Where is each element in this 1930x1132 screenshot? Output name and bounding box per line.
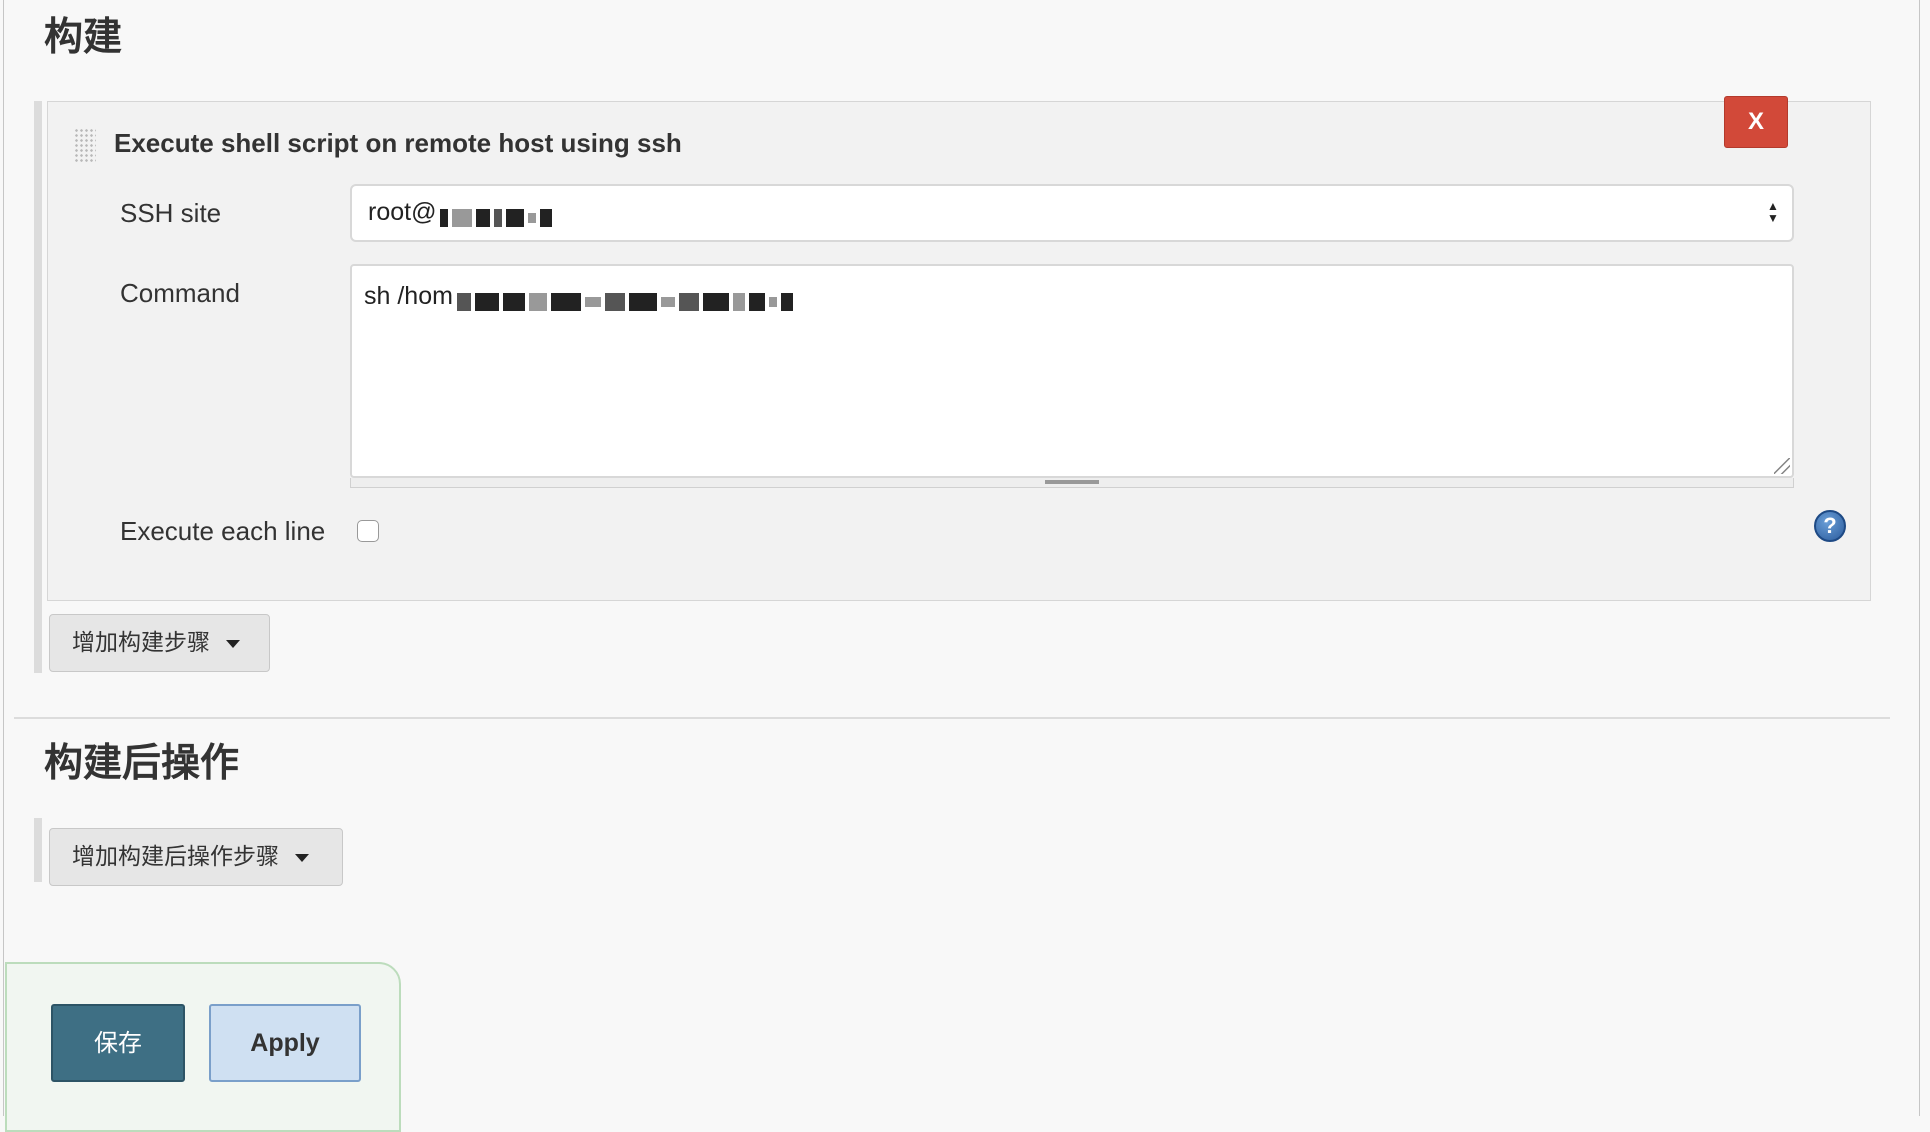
apply-button[interactable]: Apply [209, 1004, 361, 1082]
section-title-post-build: 构建后操作 [44, 741, 240, 786]
section-title-build: 构建 [44, 15, 123, 60]
ssh-site-label: SSH site [120, 198, 222, 228]
step-title: Execute shell script on remote host usin… [114, 128, 682, 158]
add-build-step-button[interactable]: 增加构建步骤 [49, 614, 270, 672]
add-post-build-step-button[interactable]: 增加构建后操作步骤 [49, 828, 343, 886]
section-divider [14, 717, 1890, 719]
redacted-host [440, 202, 556, 227]
caret-down-icon [295, 853, 309, 862]
redacted-command [456, 286, 797, 311]
save-button[interactable]: 保存 [51, 1004, 185, 1082]
post-build-section-bar [34, 818, 42, 882]
select-arrows-icon: ▲ ▼ [1767, 199, 1779, 225]
textarea-resizer[interactable] [350, 478, 1794, 488]
execute-each-line-checkbox[interactable] [357, 520, 379, 542]
command-value: sh /hom [364, 282, 453, 310]
build-section-bar [34, 101, 42, 673]
delete-step-button[interactable]: X [1724, 96, 1788, 148]
ssh-site-select[interactable]: root@ ▲ ▼ [350, 184, 1794, 242]
add-build-step-label: 增加构建步骤 [72, 630, 210, 656]
add-post-build-step-label: 增加构建后操作步骤 [72, 844, 279, 870]
drag-handle-icon[interactable] [74, 128, 96, 162]
caret-down-icon [226, 639, 240, 648]
ssh-site-value: root@ [368, 198, 437, 226]
build-step-panel: Execute shell script on remote host usin… [47, 96, 1871, 601]
resize-grip-icon[interactable] [1774, 458, 1790, 474]
resizer-grip-icon [1045, 480, 1099, 484]
command-label: Command [120, 278, 240, 308]
command-textarea[interactable]: sh /hom [350, 264, 1794, 478]
execute-each-line-label: Execute each line [120, 516, 326, 546]
help-icon[interactable]: ? [1814, 510, 1846, 542]
